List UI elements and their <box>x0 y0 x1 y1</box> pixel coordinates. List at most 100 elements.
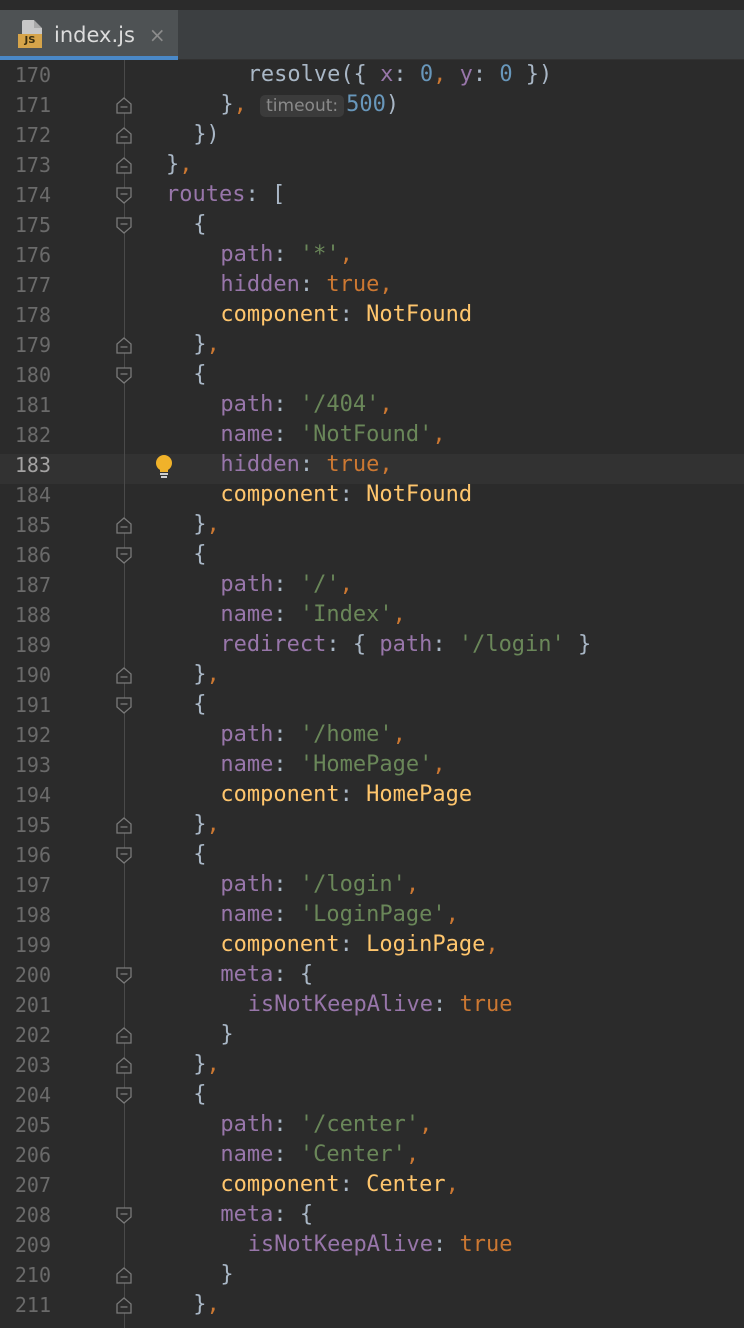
fold-collapse-icon[interactable] <box>116 367 132 384</box>
fold-end-icon[interactable] <box>116 1267 132 1284</box>
code-token: , <box>405 872 420 897</box>
code-line[interactable]: 207 component: Center, <box>0 1170 744 1200</box>
code-line[interactable]: 196 { <box>0 840 744 870</box>
code-line[interactable]: 203}, <box>0 1050 744 1080</box>
code-line[interactable]: 191 { <box>0 690 744 720</box>
code-token: 'NotFound' <box>299 422 433 447</box>
line-number: 194 <box>14 783 51 807</box>
code-line[interactable]: 197 path: '/login', <box>0 870 744 900</box>
code-line[interactable]: 209 isNotKeepAlive: true <box>0 1230 744 1260</box>
code-token: { <box>193 212 207 237</box>
code-line[interactable]: 181 path: '/404', <box>0 390 744 420</box>
tab-index-js[interactable]: JS index.js × <box>0 10 178 60</box>
code-editor[interactable]: 170 resolve({ x: 0, y: 0 }) 171}, timeout:… <box>0 60 744 1328</box>
code-line[interactable]: 173}, <box>0 150 744 180</box>
code-token: } <box>193 812 207 837</box>
code-token: name <box>220 602 274 627</box>
code-token: 0 <box>499 62 513 87</box>
fold-end-icon[interactable] <box>116 127 132 144</box>
code-line[interactable]: 211}, <box>0 1290 744 1320</box>
fold-collapse-icon[interactable] <box>116 967 132 984</box>
code-line[interactable]: 200 meta: { <box>0 960 744 990</box>
code-line[interactable]: 177 hidden: true, <box>0 270 744 300</box>
code-line[interactable]: 193 name: 'HomePage', <box>0 750 744 780</box>
code-token: '/home' <box>299 722 393 747</box>
code-line[interactable]: 179}, <box>0 330 744 360</box>
fold-end-icon[interactable] <box>116 1027 132 1044</box>
line-number: 196 <box>14 843 51 867</box>
fold-end-icon[interactable] <box>116 517 132 534</box>
code-text: path: '*', <box>220 240 352 270</box>
fold-collapse-icon[interactable] <box>116 187 132 204</box>
code-token: } <box>193 1292 207 1317</box>
fold-end-icon[interactable] <box>116 1057 132 1074</box>
code-text: name: 'NotFound', <box>220 420 445 450</box>
fold-end-icon[interactable] <box>116 667 132 684</box>
line-number: 179 <box>14 333 51 357</box>
code-token: } <box>564 632 592 657</box>
code-line[interactable]: 199 component: LoginPage, <box>0 930 744 960</box>
line-number: 183 <box>14 453 51 477</box>
code-token: : <box>273 902 300 927</box>
fold-end-icon[interactable] <box>116 337 132 354</box>
line-number: 174 <box>14 183 51 207</box>
intention-lightbulb-icon[interactable] <box>151 453 177 479</box>
fold-collapse-icon[interactable] <box>116 847 132 864</box>
code-token: 'HomePage' <box>299 752 433 777</box>
code-token: '/login' <box>299 872 406 897</box>
code-line[interactable]: 170 resolve({ x: 0, y: 0 }) <box>0 60 744 90</box>
code-line[interactable]: 183 hidden: true, <box>0 450 744 480</box>
code-token: , <box>339 572 353 597</box>
editor-tab-bar: JS index.js × <box>0 0 744 60</box>
line-number: 204 <box>14 1083 51 1107</box>
fold-collapse-icon[interactable] <box>116 697 132 714</box>
code-token: }) <box>512 62 553 87</box>
code-line[interactable]: 206 name: 'Center', <box>0 1140 744 1170</box>
code-line[interactable]: 185}, <box>0 510 744 540</box>
code-token: true <box>459 992 513 1017</box>
code-line[interactable]: 187 path: '/', <box>0 570 744 600</box>
code-text: component: HomePage <box>220 780 472 810</box>
line-number: 172 <box>14 123 51 147</box>
fold-collapse-icon[interactable] <box>116 217 132 234</box>
code-token: true <box>326 452 380 477</box>
fold-collapse-icon[interactable] <box>116 1207 132 1224</box>
code-line[interactable]: 184 component: NotFound <box>0 480 744 510</box>
code-line[interactable]: 208 meta: { <box>0 1200 744 1230</box>
code-line[interactable]: 178 component: NotFound <box>0 300 744 330</box>
line-number: 201 <box>14 993 51 1017</box>
code-line[interactable]: 192 path: '/home', <box>0 720 744 750</box>
code-token: : <box>433 992 460 1017</box>
code-line[interactable]: 188 name: 'Index', <box>0 600 744 630</box>
code-line[interactable]: 176 path: '*', <box>0 240 744 270</box>
fold-end-icon[interactable] <box>116 97 132 114</box>
code-line[interactable]: 202} <box>0 1020 744 1050</box>
fold-end-icon[interactable] <box>116 1297 132 1314</box>
code-line[interactable]: 194 component: HomePage <box>0 780 744 810</box>
code-line[interactable]: 171}, timeout: 500) <box>0 90 744 120</box>
code-line[interactable]: 180 { <box>0 360 744 390</box>
fold-collapse-icon[interactable] <box>116 1087 132 1104</box>
code-line[interactable]: 204 { <box>0 1080 744 1110</box>
code-token: : <box>273 722 300 747</box>
code-line[interactable]: 205 path: '/center', <box>0 1110 744 1140</box>
fold-collapse-icon[interactable] <box>116 547 132 564</box>
code-line[interactable]: 175 { <box>0 210 744 240</box>
close-tab-icon[interactable]: × <box>149 23 166 47</box>
fold-end-icon[interactable] <box>116 157 132 174</box>
code-line[interactable]: 182 name: 'NotFound', <box>0 420 744 450</box>
code-line[interactable]: 190}, <box>0 660 744 690</box>
code-line[interactable]: 189 redirect: { path: '/login' } <box>0 630 744 660</box>
code-line[interactable]: 201 isNotKeepAlive: true <box>0 990 744 1020</box>
code-token: , <box>433 62 460 87</box>
code-line[interactable]: 198 name: 'LoginPage', <box>0 900 744 930</box>
code-line[interactable]: 210} <box>0 1260 744 1290</box>
code-line[interactable]: 195}, <box>0 810 744 840</box>
code-line[interactable]: 186 { <box>0 540 744 570</box>
code-text: path: '/login', <box>220 870 419 900</box>
code-line[interactable]: 174 routes: [ <box>0 180 744 210</box>
code-line[interactable]: 172}) <box>0 120 744 150</box>
code-token: } <box>193 512 207 537</box>
fold-end-icon[interactable] <box>116 817 132 834</box>
code-text: component: LoginPage, <box>220 930 498 960</box>
